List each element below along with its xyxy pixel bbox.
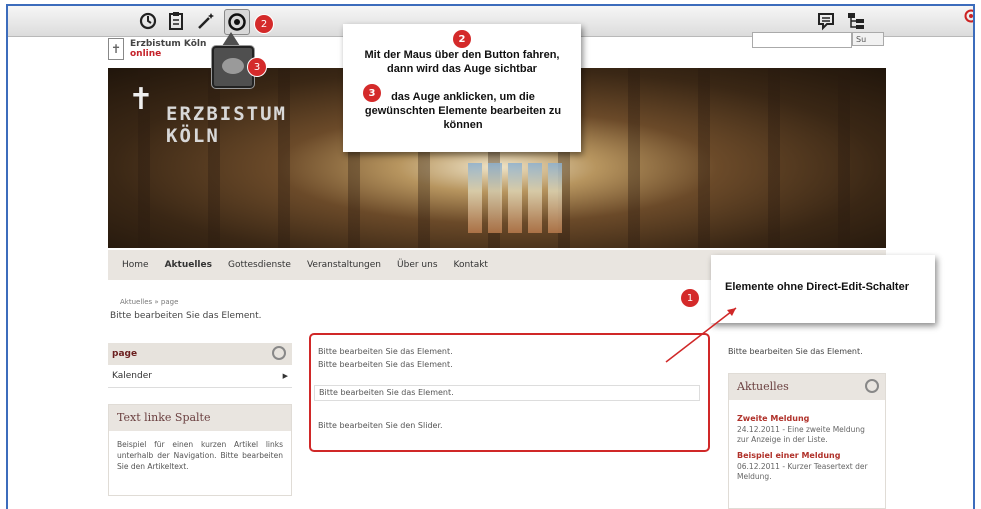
breadcrumb[interactable]: Aktuelles » page bbox=[120, 298, 178, 306]
site-logo[interactable]: ✝ Erzbistum Köln online bbox=[108, 38, 206, 60]
clipboard-icon[interactable] bbox=[164, 9, 188, 33]
stained-glass-window bbox=[508, 163, 522, 233]
search-button[interactable]: Su bbox=[852, 32, 884, 46]
comment-icon[interactable] bbox=[814, 9, 838, 33]
sidebar-item-kalender[interactable]: Kalender ▶ bbox=[108, 365, 292, 388]
sidebar-item-kalender-label: Kalender bbox=[112, 371, 152, 381]
right-box-title-label: Aktuelles bbox=[737, 380, 789, 393]
edit-gear-icon[interactable] bbox=[272, 346, 286, 360]
nav-item-aktuelles[interactable]: Aktuelles bbox=[165, 260, 212, 270]
stained-glass-window bbox=[488, 163, 502, 233]
nav-item-gottesdienste[interactable]: Gottesdienste bbox=[228, 260, 291, 270]
instruction-callout: 2 Mit der Maus über den Button fahren, d… bbox=[343, 24, 581, 152]
step-3-badge: 3 bbox=[248, 58, 266, 76]
left-text-box: Text linke Spalte Beispiel für einen kur… bbox=[108, 404, 292, 496]
eye-pointer bbox=[222, 32, 240, 46]
left-navigation: page Kalender ▶ bbox=[108, 343, 292, 388]
left-text-box-body: Beispiel für einen kurzen Artikel links … bbox=[117, 440, 283, 471]
step-2-badge: 2 bbox=[255, 15, 273, 33]
news-title[interactable]: Zweite Meldung bbox=[729, 414, 885, 423]
news-body: 06.12.2011 - Kurzer Teasertext der Meldu… bbox=[737, 462, 868, 481]
search-button-label: Su bbox=[856, 35, 867, 44]
right-box-title: Aktuelles bbox=[729, 374, 885, 400]
nav-item-home[interactable]: Home bbox=[122, 260, 149, 270]
nav-item-kontakt[interactable]: Kontakt bbox=[454, 260, 488, 270]
sidebar-item-page[interactable]: page bbox=[108, 343, 292, 365]
cross-icon: ✝ bbox=[108, 38, 124, 60]
banner-title-line2: KÖLN bbox=[166, 125, 220, 147]
sitemap-icon[interactable] bbox=[844, 9, 868, 33]
edit-gear-icon[interactable] bbox=[865, 379, 879, 393]
left-text-box-title: Text linke Spalte bbox=[109, 405, 291, 431]
history-icon[interactable] bbox=[136, 9, 160, 33]
stained-glass-window bbox=[548, 163, 562, 233]
close-icon[interactable] bbox=[963, 8, 973, 24]
callout-step-1-text: Elemente ohne Direct-Edit-Schalter bbox=[725, 281, 909, 293]
crest-icon: ✝ bbox=[128, 82, 154, 117]
callout-arrow bbox=[665, 307, 737, 363]
nav-item-veranstaltungen[interactable]: Veranstaltungen bbox=[307, 260, 381, 270]
main-navigation: Home Aktuelles Gottesdienste Veranstaltu… bbox=[108, 250, 708, 280]
nav-item-ueber-uns[interactable]: Über uns bbox=[397, 260, 438, 270]
logo-line2: online bbox=[130, 49, 162, 59]
callout-step-2-text: Mit der Maus über den Button fahren, dan… bbox=[364, 49, 560, 75]
callout-step-3-text: das Auge anklicken, um die gewünschten E… bbox=[364, 91, 562, 131]
intro-text: Bitte bearbeiten Sie das Element. bbox=[110, 311, 262, 321]
news-body: 24.12.2011 - Eine zweite Meldung zur Anz… bbox=[737, 425, 865, 444]
banner-title: ERZBISTUM KÖLN bbox=[166, 103, 287, 147]
logo-line1: Erzbistum Köln bbox=[130, 39, 207, 49]
sidebar-item-page-label: page bbox=[112, 349, 138, 359]
banner-title-line1: ERZBISTUM bbox=[166, 103, 287, 125]
center-text-3: Bitte bearbeiten Sie das Element. bbox=[314, 385, 700, 401]
chevron-right-icon: ▶ bbox=[282, 372, 288, 380]
news-title[interactable]: Beispiel einer Meldung bbox=[729, 451, 885, 460]
center-slider-text: Bitte bearbeiten Sie den Slider. bbox=[318, 421, 443, 430]
stained-glass-window bbox=[468, 163, 482, 233]
callout-step-2-badge: 2 bbox=[453, 30, 471, 48]
magic-wand-icon[interactable] bbox=[194, 9, 218, 33]
right-news-box: Aktuelles Zweite Meldung 24.12.2011 - Ei… bbox=[728, 373, 886, 509]
center-text-1: Bitte bearbeiten Sie das Element. bbox=[318, 347, 453, 356]
center-text-2: Bitte bearbeiten Sie das Element. bbox=[318, 360, 453, 369]
search-input[interactable] bbox=[752, 32, 852, 48]
eye-icon bbox=[222, 58, 244, 74]
stained-glass-window bbox=[528, 163, 542, 233]
